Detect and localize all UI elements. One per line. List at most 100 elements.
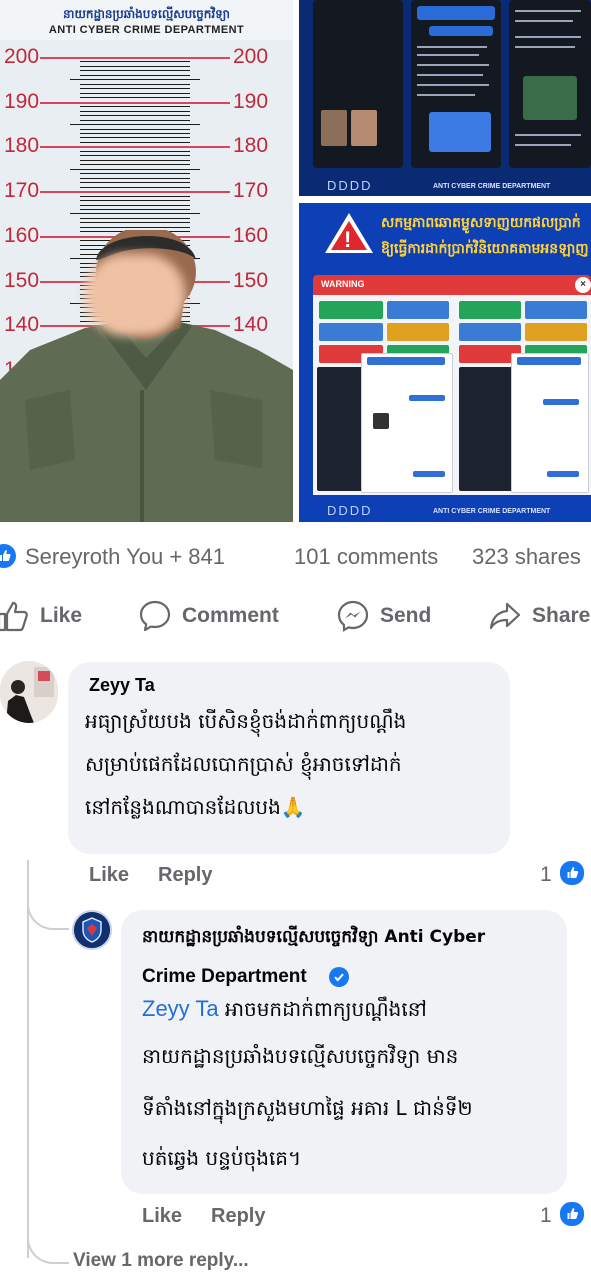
- scale-minor-line: [80, 208, 190, 210]
- like-button[interactable]: Like: [0, 594, 82, 638]
- warning-headline-2: ឱ្យធ្វើការដាក់ប្រាក់វិនិយោគតាមអនឡាញ: [381, 241, 589, 257]
- share-count-link[interactable]: 323 shares: [472, 544, 581, 570]
- scale-minor-line: [80, 155, 190, 157]
- scale-minor-line: [80, 88, 190, 90]
- scale-minor-line: [80, 226, 190, 228]
- view-more-replies-link[interactable]: View 1 more reply...: [73, 1250, 249, 1272]
- comment-line-3: នៅកន្លែងណាបានដែលបង🙏: [85, 795, 306, 819]
- comment-reply-link[interactable]: Reply: [158, 864, 212, 887]
- verified-badge-icon: [329, 967, 349, 987]
- comment-count-link[interactable]: 101 comments: [294, 544, 438, 570]
- scale-label-right: 200: [233, 45, 269, 68]
- reply-line-2: នាយកដ្ឋានប្រឆាំងបទល្មើសបច្ចេកវិទ្យា មាន: [142, 1044, 459, 1068]
- scale-label-left: 180: [4, 134, 40, 158]
- scale-minor-line: [70, 213, 200, 215]
- scale-minor-line: [80, 61, 190, 63]
- post-action-bar: Like Comment Send Share: [0, 594, 591, 638]
- comment-author[interactable]: Zeyy Ta: [89, 675, 155, 696]
- comment-like-link[interactable]: Like: [89, 864, 129, 887]
- reply-author[interactable]: នាយកដ្ឋានប្រឆាំងបទល្មើសបច្ចេកវិទ្យា Anti…: [142, 926, 485, 951]
- scale-major-line: [40, 57, 230, 59]
- warning-bar: WARNING ×: [313, 275, 591, 295]
- warning-label: WARNING: [321, 279, 365, 289]
- thread-branch: [27, 888, 69, 930]
- like-thumb-icon: [0, 544, 16, 568]
- scale-minor-line: [80, 177, 190, 179]
- scale-minor-line: [80, 217, 190, 219]
- reply-line-4: បត់ឆ្វេង បន្ទប់ចុងគេ។: [142, 1146, 302, 1170]
- share-arrow-icon: [489, 602, 521, 630]
- scale-major-line: [40, 101, 230, 104]
- mugshot-header-kh: នាយកដ្ឋានប្រឆាំងបទល្មើសបច្ចេកវិទ្យា: [63, 7, 230, 21]
- scale-minor-line: [80, 182, 190, 184]
- reply-reply-link[interactable]: Reply: [211, 1205, 265, 1228]
- avatar[interactable]: [0, 661, 58, 723]
- scale-minor-line: [80, 92, 190, 94]
- scale-minor-line: [80, 195, 190, 197]
- scale-minor-line: [80, 65, 190, 67]
- panel-b-arrows: DDDD: [327, 503, 373, 518]
- post-media-grid[interactable]: នាយកដ្ឋានប្រឆាំងបទល្មើសបច្ចេកវិទ្យា ANTI…: [0, 0, 591, 522]
- thread-branch: [27, 1226, 69, 1264]
- scale-minor-line: [70, 168, 200, 170]
- scale-label-left: 200: [4, 45, 40, 68]
- like-label: Like: [40, 604, 83, 627]
- scale-minor-line: [80, 186, 190, 188]
- scale-minor-line: [80, 83, 190, 85]
- warning-body: [313, 295, 591, 495]
- mugshot-header-en: ANTI CYBER CRIME DEPARTMENT: [48, 24, 245, 36]
- scale-minor-line: [80, 141, 190, 143]
- scale-minor-line: [80, 200, 190, 202]
- mention-link[interactable]: Zeyy Ta: [142, 996, 219, 1021]
- like-thumb-icon: [558, 859, 586, 887]
- scale-minor-line: [80, 74, 190, 76]
- comment-bubble-icon: [139, 600, 171, 632]
- scale-minor-line: [80, 106, 190, 108]
- like-thumb-icon: [558, 1200, 586, 1228]
- scale-minor-line: [80, 150, 190, 152]
- scale-major-line: [40, 191, 230, 194]
- send-button[interactable]: Send: [336, 594, 431, 638]
- scale-minor-line: [80, 132, 190, 134]
- scale-minor-line: [80, 204, 190, 206]
- reaction-names[interactable]: Sereyroth You + 841: [25, 544, 225, 570]
- comment-button[interactable]: Comment: [138, 594, 279, 638]
- send-label: Send: [380, 604, 432, 627]
- comment-like-count: 1: [540, 863, 552, 886]
- avatar[interactable]: [72, 910, 112, 950]
- face-blur: [85, 254, 185, 336]
- panel-a-arrows: DDDD: [327, 178, 373, 193]
- share-label: Share: [532, 604, 591, 627]
- scale-minor-line: [80, 128, 190, 130]
- reply-line-1-text: អាចមកដាក់ពាក្យបណ្ដឹងនៅ: [218, 997, 427, 1021]
- scale-minor-line: [80, 222, 190, 224]
- mugshot-image[interactable]: នាយកដ្ឋានប្រឆាំងបទល្មើសបច្ចេកវិទ្យា ANTI…: [0, 0, 293, 522]
- reply-like-link[interactable]: Like: [142, 1205, 182, 1228]
- warning-graphic-image[interactable]: ! សកម្មភាពឆោតម្លូសទាញយកផលប្រាក់ ឱ្យធ្វើក…: [299, 203, 591, 522]
- scale-minor-line: [80, 70, 190, 72]
- reactions-summary: Sereyroth You + 841 101 comments 323 sha…: [0, 540, 591, 574]
- messenger-icon: [337, 600, 369, 632]
- thread-line: [27, 860, 29, 1258]
- scale-minor-line: [80, 97, 190, 99]
- chat-evidence-image[interactable]: DDDD ANTI CYBER CRIME DEPARTMENT: [299, 0, 591, 196]
- scale-label-left: 190: [4, 89, 40, 113]
- reply-line-1: Zeyy Ta អាចមកដាក់ពាក្យបណ្ដឹងនៅ: [142, 987, 427, 1031]
- mugshot-header: នាយកដ្ឋានប្រឆាំងបទល្មើសបច្ចេកវិទ្យា ANTI…: [0, 0, 293, 40]
- scale-minor-line: [80, 115, 190, 117]
- share-button[interactable]: Share: [488, 594, 590, 638]
- scale-major-line: [40, 146, 230, 149]
- panel-b-logo-text: ANTI CYBER CRIME DEPARTMENT: [433, 508, 551, 515]
- comment-label: Comment: [182, 604, 279, 627]
- reply-author-continued[interactable]: Crime Department: [142, 966, 307, 988]
- scale-label-right: 190: [233, 89, 269, 113]
- reply-like-count: 1: [540, 1204, 552, 1227]
- scale-minor-line: [70, 124, 200, 126]
- reply-line-3: ទីតាំងនៅក្នុងក្រសួងមហាផ្ទៃ អគារ L ជាន់ទី…: [142, 1096, 473, 1120]
- warning-headline-1: សកម្មភាពឆោតម្លូសទាញយកផលប្រាក់: [381, 215, 581, 231]
- close-icon: ×: [575, 277, 591, 293]
- scale-minor-line: [80, 159, 190, 161]
- scale-minor-line: [80, 119, 190, 121]
- scale-minor-line: [80, 110, 190, 112]
- comment-line-2: សម្រាប់ផេកដែលបោកប្រាស់ ខ្ញុំអាចទៅដាក់: [85, 752, 402, 776]
